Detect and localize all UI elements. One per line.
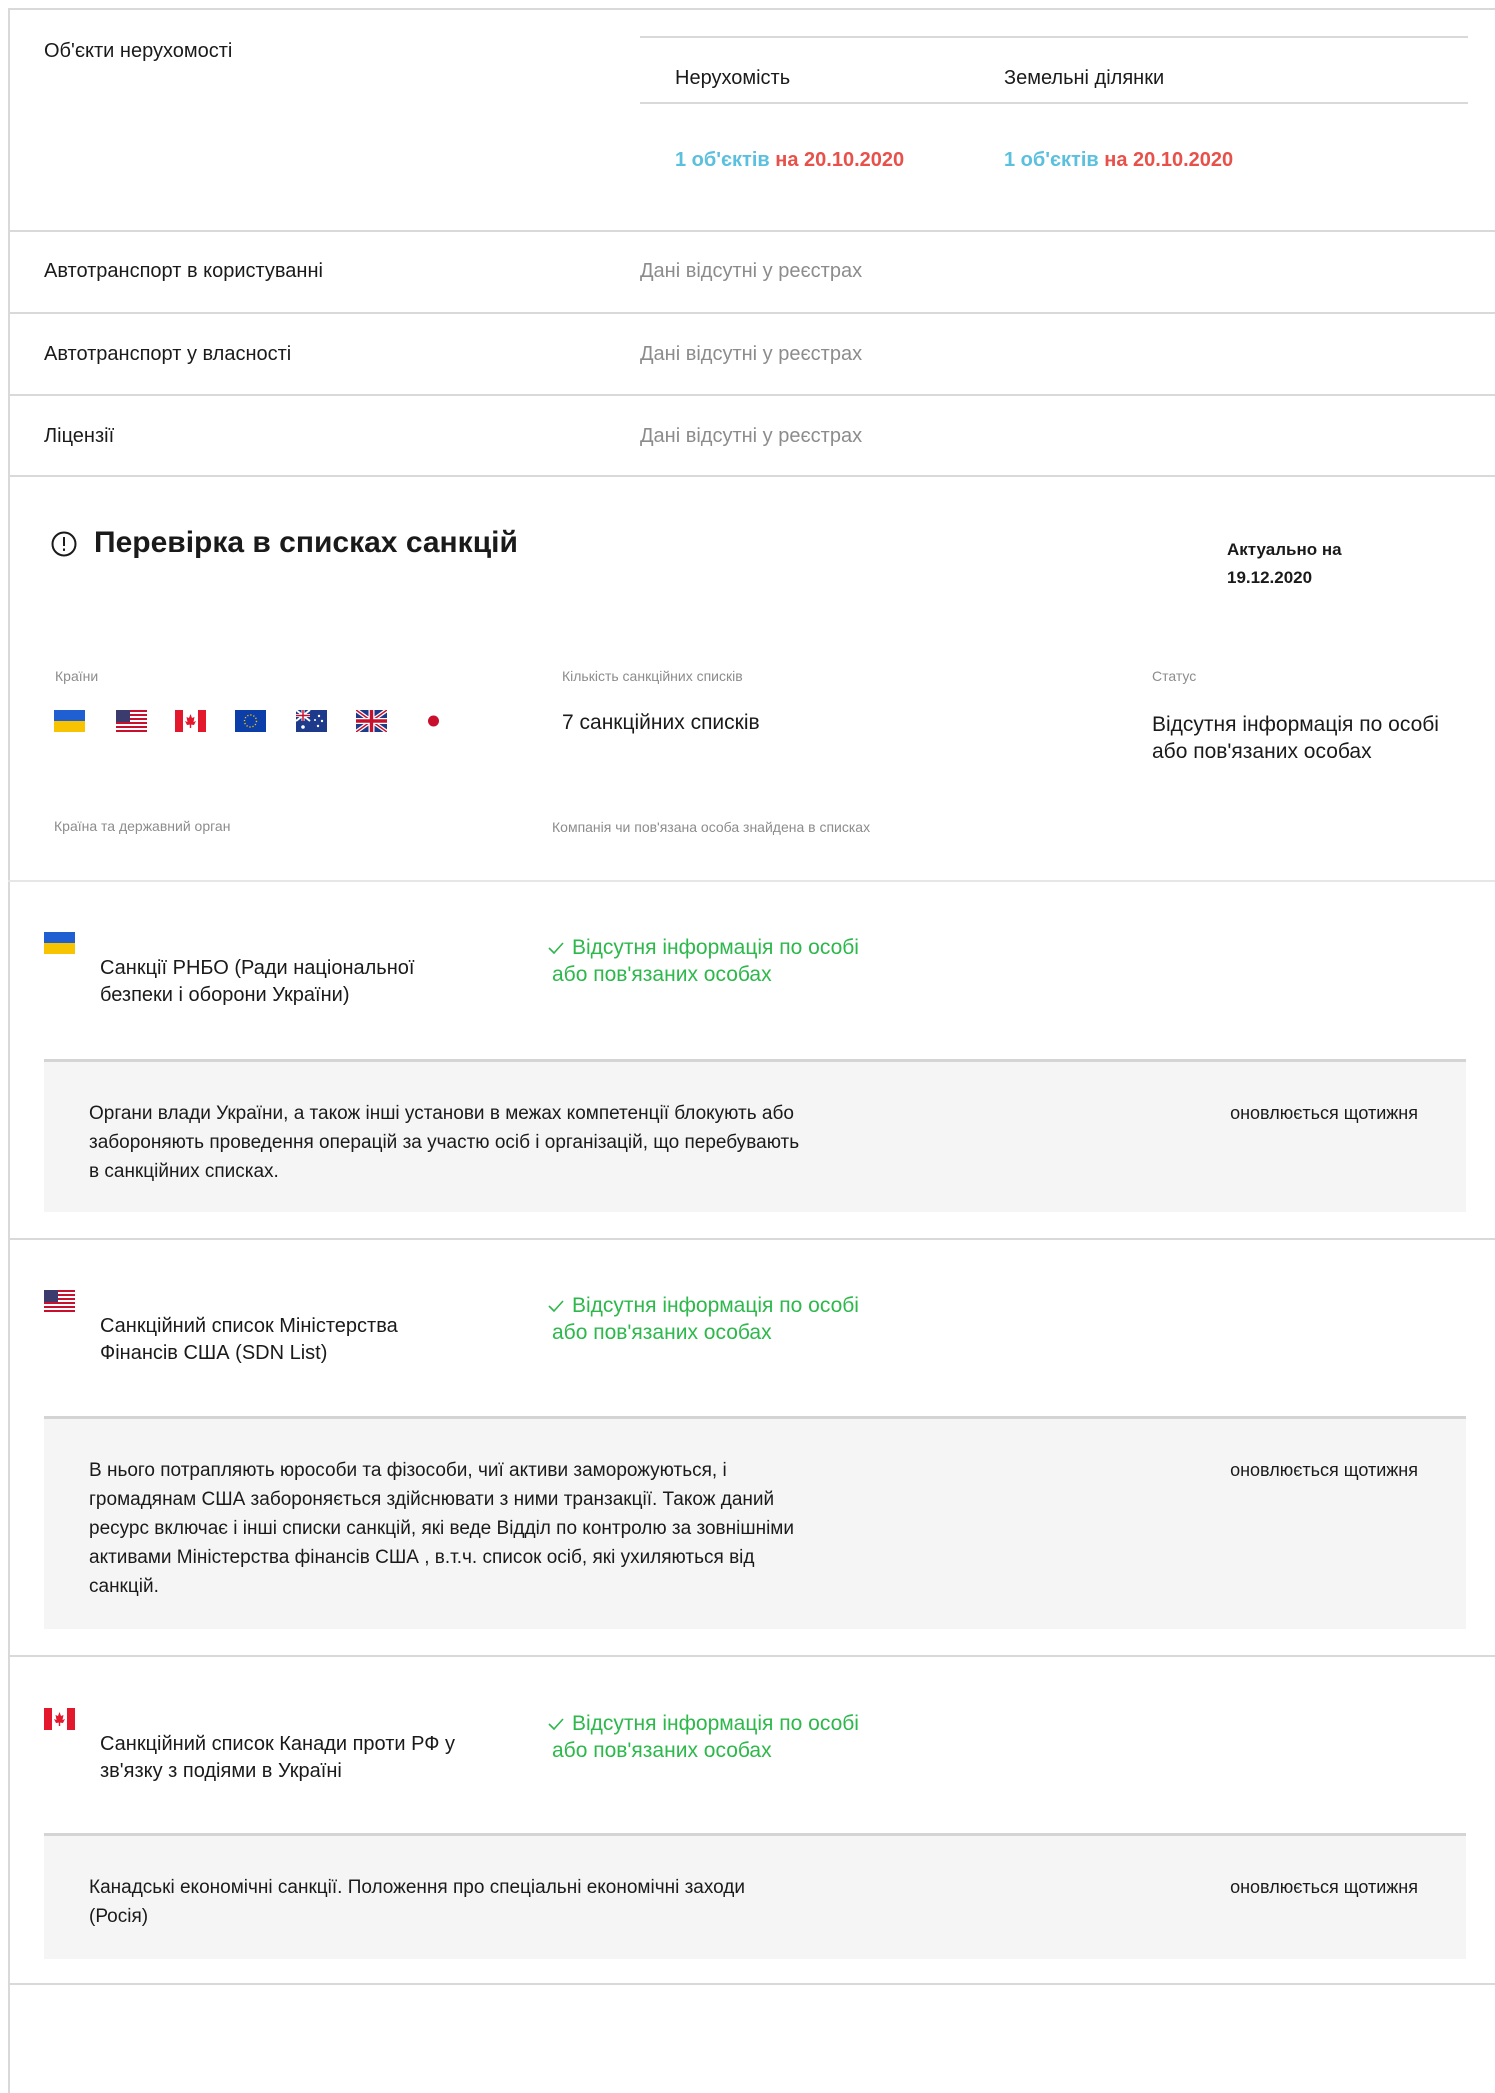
registry-row-value: Дані відсутні у реєстрах [640,260,863,282]
realty-count-date: на 20.10.2020 [775,149,905,171]
status-label: Статус [1152,668,1197,684]
land-count-date: на 20.10.2020 [1104,149,1234,171]
table-outer-divider [8,880,1495,882]
row-divider-3 [8,394,1495,396]
japan-flag [418,710,449,732]
sanction-list-name: Санкційний список Канади проти РФ у зв'я… [100,1733,455,1782]
sanction-result: Відсутня інформація по особі або пов'яза… [548,934,878,988]
actual-date: 19.12.2020 [1227,568,1313,587]
sanction-list-name: Санкції РНБО (Ради національної безпеки … [100,957,415,1006]
sanction-result-text: Відсутня інформація по особі або пов'яза… [552,1294,859,1344]
usa-flag [116,710,147,732]
property-col-header-realty: Нерухомість [675,67,791,89]
realty-count[interactable]: 1 об'єктів на 20.10.2020 [675,149,904,172]
sanction-result: Відсутня інформація по особі або пов'яза… [548,1710,878,1764]
top-border [8,8,1495,10]
property-label: Об'єкти нерухомості [44,40,233,62]
eu-flag [235,710,266,732]
row-divider-1 [8,230,1495,232]
property-divider [640,36,1468,38]
canada-flag [44,1708,75,1730]
australia-flag [296,710,327,732]
col-country-label: Країна та державний орган [54,818,231,834]
sanction-description: Канадські економічні санкції. Положення … [89,1877,746,1927]
sanction-result-text: Відсутня інформація по особі або пов'яза… [552,1712,859,1762]
realty-count-value[interactable]: 1 об'єктів [675,149,770,171]
check-icon [548,1292,568,1319]
row-divider-4 [8,475,1495,477]
land-count-value[interactable]: 1 об'єктів [1004,149,1099,171]
registry-row-label: Автотранспорт у власності [44,343,292,365]
sanctions-status: Відсутня інформація по особі або пов'яза… [1152,713,1439,763]
item-divider [8,1238,1495,1240]
usa-flag [44,1290,75,1312]
ukraine-flag [44,932,75,954]
sanction-result-text: Відсутня інформація по особі або пов'яза… [552,936,859,986]
check-icon [548,934,568,961]
registry-row-label: Автотранспорт в користуванні [44,260,323,282]
actual-label: Актуально на [1227,540,1342,559]
row-divider-2 [8,312,1495,314]
check-icon [548,1710,568,1737]
canada-flag [175,710,206,732]
sanction-update-frequency: оновлюється щотижня [1230,1877,1418,1897]
warning-icon [50,530,78,563]
lists-count-label: Кількість санкційних списків [562,668,743,684]
sanction-description-box: Органи влади України, а також інші устан… [44,1059,1466,1212]
col-found-label: Компанія чи пов'язана особа знайдена в с… [552,819,871,835]
registry-row-value: Дані відсутні у реєстрах [640,425,863,447]
countries-label: Країни [55,668,99,684]
sanction-update-frequency: оновлюється щотижня [1230,1103,1418,1123]
ukraine-flag [54,710,85,732]
sanction-description-box: В нього потрапляють юрособи та фізособи,… [44,1416,1466,1629]
sanction-update-frequency: оновлюється щотижня [1230,1460,1418,1480]
lists-count: 7 санкційних списків [562,711,760,734]
item-divider [8,1655,1495,1657]
uk-flag [356,710,387,732]
item-divider [8,1983,1495,1985]
registry-row-label: Ліцензії [44,425,115,447]
sanction-list-name: Санкційний список Міністерства Фінансів … [100,1315,398,1364]
registry-row-value: Дані відсутні у реєстрах [640,343,863,365]
left-border [8,8,10,2093]
property-col-header-land: Земельні ділянки [1004,67,1165,89]
sanction-result: Відсутня інформація по особі або пов'яза… [548,1292,878,1346]
property-header-divider [640,102,1468,104]
sanction-description-box: Канадські економічні санкції. Положення … [44,1833,1466,1959]
sanction-description: Органи влади України, а також інші устан… [89,1103,800,1182]
land-count[interactable]: 1 об'єктів на 20.10.2020 [1004,149,1233,172]
sanction-description: В нього потрапляють юрособи та фізособи,… [89,1460,794,1597]
sanctions-title: Перевірка в списках санкцій [94,526,518,559]
